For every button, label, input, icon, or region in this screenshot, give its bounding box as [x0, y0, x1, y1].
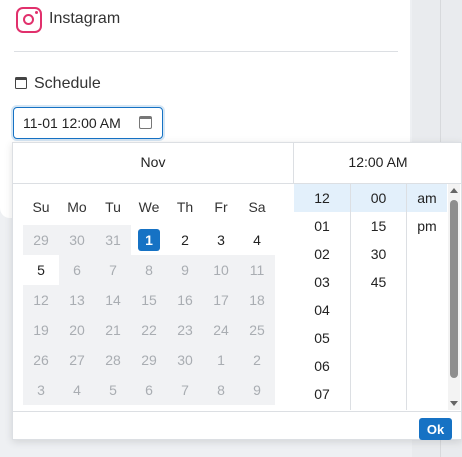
calendar-day-disabled: 28	[95, 345, 131, 375]
scroll-up-arrow-icon[interactable]	[450, 188, 458, 193]
calendar-day-disabled: 29	[131, 345, 167, 375]
calendar-day-disabled: 11	[239, 255, 275, 285]
weekday-label: Fr	[214, 199, 228, 215]
hour-option[interactable]: 07	[294, 380, 350, 408]
calendar-day[interactable]: 4	[239, 225, 275, 255]
hour-option[interactable]: 03	[294, 268, 350, 296]
calendar-day-other-month: 4	[59, 375, 95, 405]
calendar-day-disabled: 22	[131, 315, 167, 345]
calendar-day-disabled: 15	[131, 285, 167, 315]
calendar-day-disabled: 10	[203, 255, 239, 285]
time-header: 12:00 AM	[293, 143, 462, 184]
calendar-day-disabled: 24	[203, 315, 239, 345]
schedule-date-value[interactable]: 11-01 12:00 AM	[23, 115, 121, 131]
scroll-down-arrow-icon[interactable]	[450, 401, 458, 406]
schedule-date-input[interactable]: 11-01 12:00 AM	[13, 107, 163, 139]
calendar-day-disabled: 30	[167, 345, 203, 375]
calendar-day-disabled: 16	[167, 285, 203, 315]
calendar-day-selected[interactable]: 1	[131, 225, 167, 255]
weekday-label: We	[138, 199, 160, 215]
weekday-label: Sa	[248, 199, 266, 215]
platform-label: Instagram	[49, 10, 121, 27]
calendar-day-other-month: 5	[95, 375, 131, 405]
calendar-day-other-month: 7	[167, 375, 203, 405]
hour-option[interactable]: 06	[294, 352, 350, 380]
calendar-day-other-month: 8	[203, 375, 239, 405]
calendar-day-disabled: 21	[95, 315, 131, 345]
calendar-day[interactable]: 3	[203, 225, 239, 255]
calendar-day-other-month: 2	[239, 345, 275, 375]
calendar-day-other-month: 9	[239, 375, 275, 405]
time-scrollbar[interactable]	[448, 184, 460, 410]
hour-option[interactable]: 02	[294, 240, 350, 268]
calendar-icon[interactable]	[139, 116, 152, 129]
hour-option[interactable]: 05	[294, 324, 350, 352]
hour-option[interactable]: 12	[294, 184, 350, 212]
ok-button[interactable]: Ok	[419, 418, 452, 440]
minute-option[interactable]: 45	[351, 268, 406, 296]
calendar-day[interactable]: 2	[167, 225, 203, 255]
calendar-day-disabled: 17	[203, 285, 239, 315]
calendar-day-disabled: 12	[23, 285, 59, 315]
calendar-day-other-month: 30	[59, 225, 95, 255]
calendar-day-disabled: 25	[239, 315, 275, 345]
calendar-day-disabled: 6	[59, 255, 95, 285]
picker-footer-divider	[13, 411, 461, 412]
calendar-day-other-month: 3	[23, 375, 59, 405]
selected-day-label[interactable]: 1	[138, 229, 160, 251]
ampm-column[interactable]: am pm	[407, 184, 447, 410]
instagram-icon-dot	[35, 11, 38, 14]
minute-option[interactable]: 30	[351, 240, 406, 268]
weekday-label: Th	[176, 199, 194, 215]
weekday-label: Su	[32, 199, 50, 215]
ampm-option[interactable]: pm	[407, 212, 447, 240]
calendar-day-other-month: 29	[23, 225, 59, 255]
calendar-day[interactable]: 5	[23, 255, 59, 285]
instagram-icon-lens	[23, 14, 34, 25]
instagram-icon	[16, 7, 42, 33]
calendar-day-disabled: 9	[167, 255, 203, 285]
minute-column[interactable]: 00 15 30 45	[351, 184, 407, 410]
calendar-day-other-month: 1	[203, 345, 239, 375]
calendar-day-disabled: 27	[59, 345, 95, 375]
calendar-day-other-month: 6	[131, 375, 167, 405]
calendar-day-disabled: 7	[95, 255, 131, 285]
weekday-label: Tu	[105, 199, 121, 215]
calendar-day-disabled: 23	[167, 315, 203, 345]
calendar-days: 29 30 31 1 2 3 4 5 6 7 8 9 10 11 12 13 14 15 16 17 18 19 20 21 2…	[23, 225, 275, 405]
calendar-day-disabled: 26	[23, 345, 59, 375]
schedule-label: Schedule	[34, 75, 101, 92]
calendar-day-other-month: 31	[95, 225, 131, 255]
calendar-day-disabled: 19	[23, 315, 59, 345]
datetime-picker: Nov 12:00 AM Su Mo Tu We Th Fr Sa 29 30 31 1 2 3 4 5 6…	[12, 142, 462, 440]
calendar-day-disabled: 13	[59, 285, 95, 315]
weekday-label: Mo	[67, 199, 87, 215]
hour-option[interactable]: 04	[294, 296, 350, 324]
month-header[interactable]: Nov	[13, 143, 293, 184]
calendar-day-disabled: 18	[239, 285, 275, 315]
calendar-day-disabled: 14	[95, 285, 131, 315]
calendar-day-disabled: 8	[131, 255, 167, 285]
ampm-option[interactable]: am	[407, 184, 447, 212]
calendar-day-disabled: 20	[59, 315, 95, 345]
hour-column[interactable]: 12 01 02 03 04 05 06 07	[294, 184, 351, 410]
card-divider	[14, 51, 398, 52]
scrollbar-thumb[interactable]	[450, 200, 458, 378]
minute-option[interactable]: 00	[351, 184, 406, 212]
hour-option[interactable]: 01	[294, 212, 350, 240]
minute-option[interactable]: 15	[351, 212, 406, 240]
calendar-icon	[15, 77, 27, 89]
